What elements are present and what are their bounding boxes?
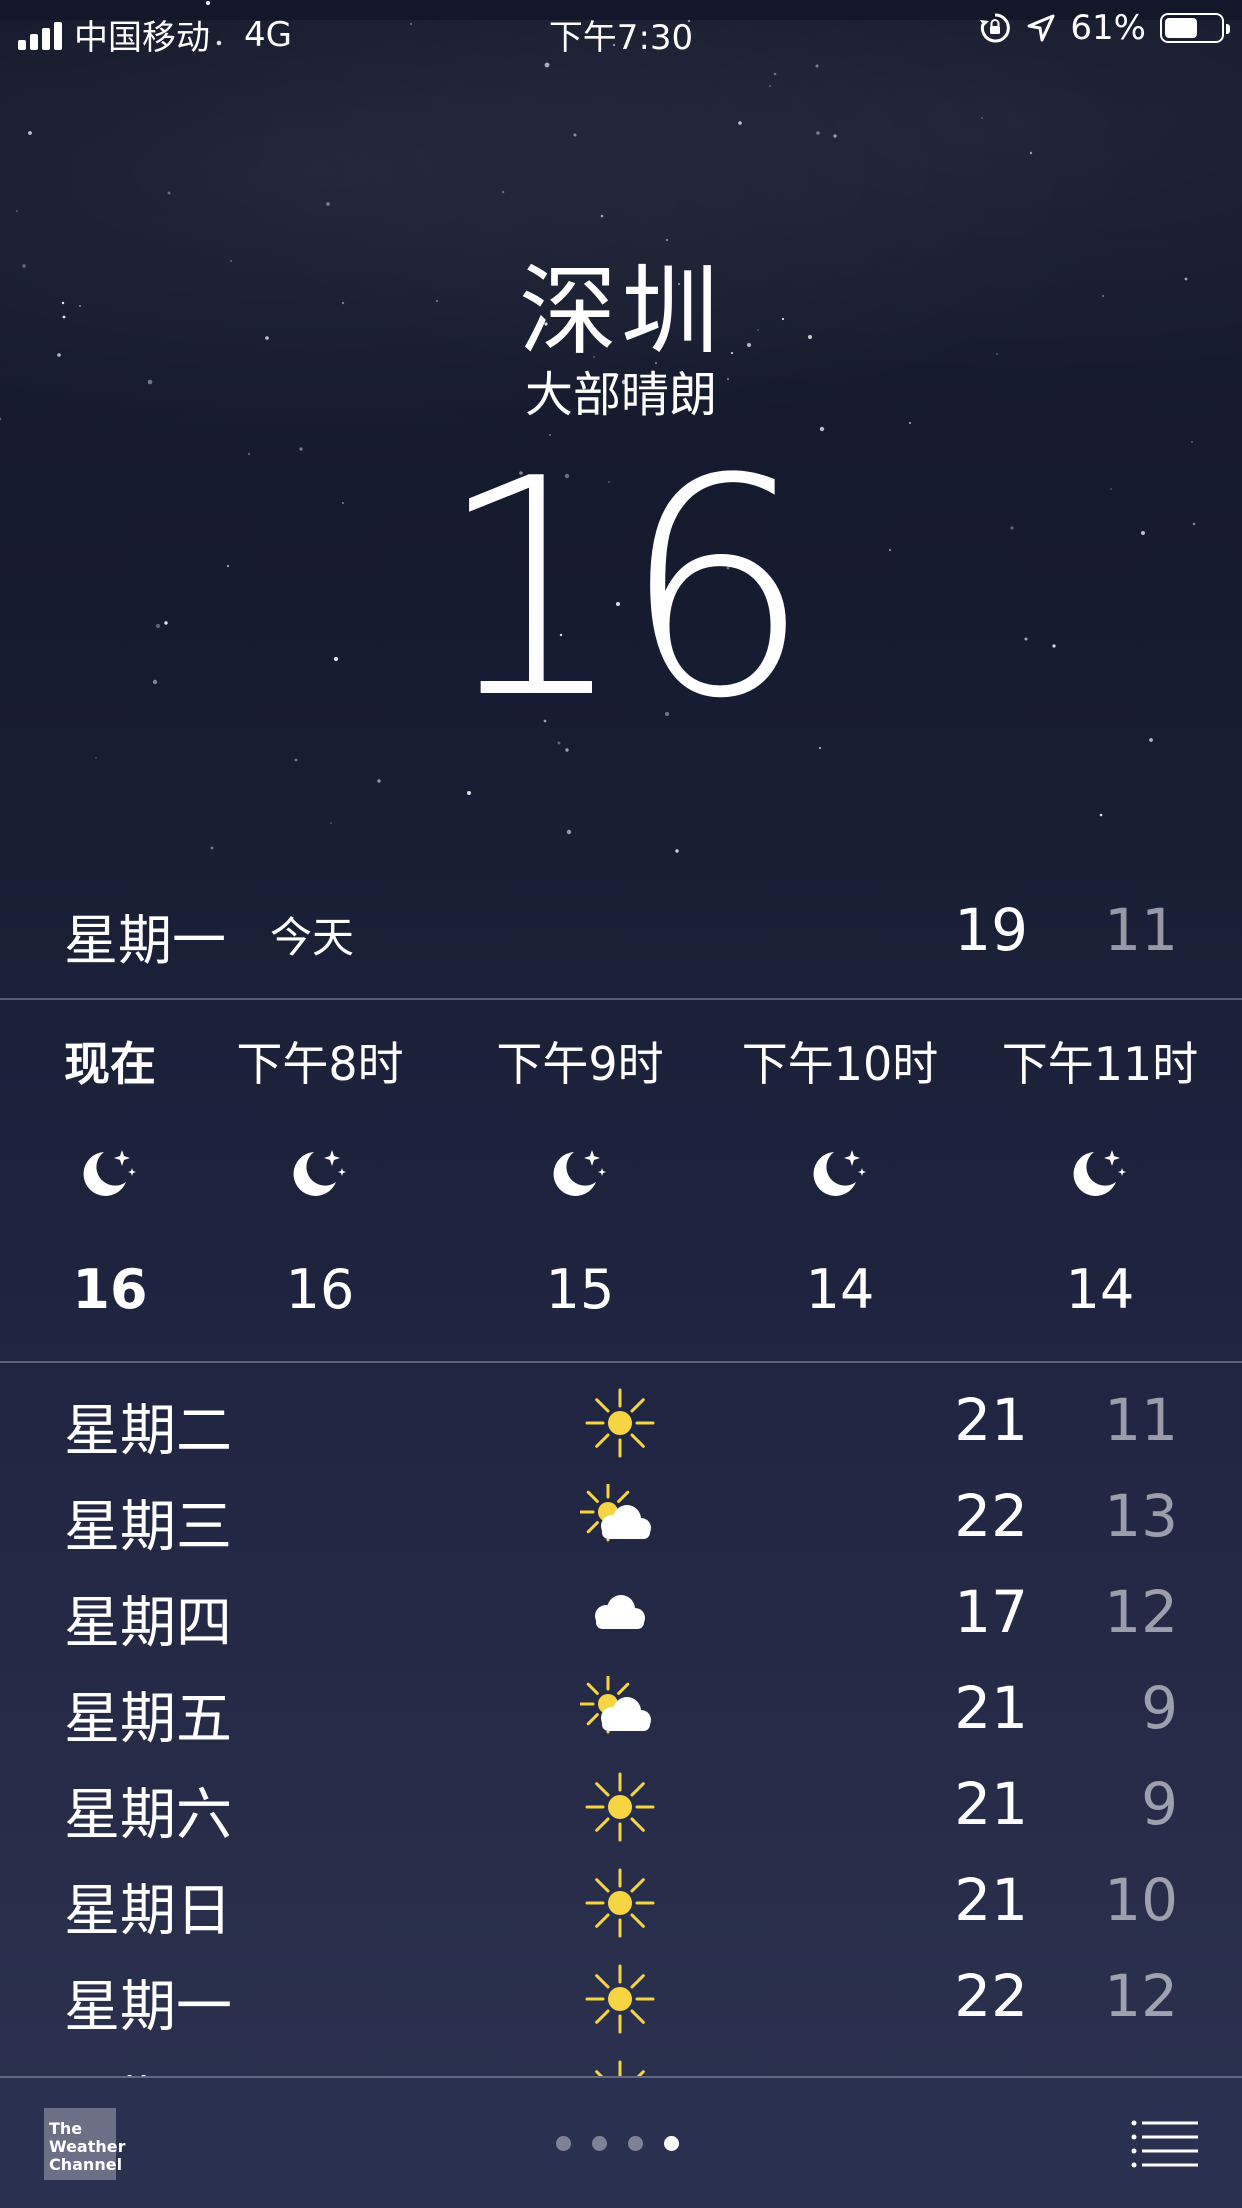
city-list-button[interactable] — [1130, 2118, 1198, 2168]
hour-temp: 16 — [285, 1258, 355, 1321]
sun-icon — [580, 2060, 660, 2076]
hourly-item: 现在 16 — [0, 1000, 220, 1362]
page-dot[interactable] — [592, 2136, 607, 2151]
page-indicator[interactable] — [556, 2136, 679, 2151]
day-high-temp: 17 — [954, 1578, 1028, 1646]
day-low-temp: 9 — [1141, 1674, 1178, 1742]
day-name: 星期一 — [64, 1975, 232, 2040]
daily-row: 星期日 21 10 — [0, 1856, 1242, 1952]
hour-temp: 14 — [1065, 1258, 1135, 1321]
daily-row: 星期二 21 11 — [0, 1376, 1242, 1472]
day-high-temp: 21 — [954, 1770, 1028, 1838]
status-right: 61% — [978, 8, 1230, 48]
moon-stars-icon — [74, 1138, 146, 1210]
logo-text-line: The — [49, 2119, 83, 2138]
hourly-item: 下午10时 14 — [730, 1000, 950, 1362]
day-high-temp: 21 — [954, 1674, 1028, 1742]
hourly-forecast[interactable]: 现在 16 下午8时 16 下午9时 15 下午10时 14 下午11时 14 — [0, 1000, 1242, 1362]
today-summary-row: 星期一 今天 19 11 — [0, 880, 1242, 998]
status-bar: 中国移动 4G 下午7:30 61% — [0, 0, 1242, 60]
today-day: 星期一 — [64, 909, 226, 972]
sun-icon — [580, 1772, 660, 1842]
day-high-temp: 22 — [954, 1962, 1028, 2030]
daily-row: 星期五 21 9 — [0, 1664, 1242, 1760]
daily-row: 星期四 17 12 — [0, 1568, 1242, 1664]
day-name: 星期四 — [64, 1591, 232, 1656]
daily-row: 星期三 22 13 — [0, 1472, 1242, 1568]
today-label: 今天 — [270, 913, 355, 962]
daily-row-partial: 星期二 — [0, 2048, 1242, 2076]
hourly-item: 下午8时 16 — [210, 1000, 430, 1362]
list-icon — [1131, 2120, 1198, 2168]
rotation-lock-icon — [980, 13, 1011, 43]
daily-row: 星期一 22 12 — [0, 1952, 1242, 2048]
day-name: 星期二 — [64, 2058, 232, 2076]
hour-temp: 14 — [805, 1258, 875, 1321]
hour-label: 现在 — [64, 1037, 156, 1091]
logo-text-line: Weather — [49, 2137, 126, 2156]
battery-icon — [1160, 13, 1230, 43]
hour-label: 下午11时 — [1001, 1037, 1199, 1091]
partly-cloudy-icon — [578, 1674, 660, 1746]
day-high-temp: 22 — [954, 1482, 1028, 1550]
hour-temp: 16 — [72, 1258, 148, 1321]
hourly-item: 下午11时 14 — [990, 1000, 1210, 1362]
day-low-temp: 13 — [1104, 1482, 1178, 1550]
moon-stars-icon — [544, 1138, 616, 1210]
weather-channel-logo-button[interactable]: The Weather Channel — [44, 2108, 126, 2180]
day-low-temp: 12 — [1104, 1962, 1178, 2030]
battery-percent: 61% — [1070, 8, 1146, 48]
today-low-temp: 11 — [1104, 896, 1178, 964]
bottom-toolbar: The Weather Channel — [0, 2076, 1242, 2208]
day-low-temp: 10 — [1104, 1866, 1178, 1934]
city-name: 深圳 — [518, 255, 723, 369]
hour-temp: 15 — [545, 1258, 615, 1321]
day-name: 星期五 — [64, 1687, 232, 1752]
sun-icon — [580, 1868, 660, 1938]
current-temperature: 16 — [436, 415, 812, 764]
hour-label: 下午9时 — [496, 1037, 664, 1091]
today-high-temp: 19 — [954, 896, 1028, 964]
day-low-temp: 12 — [1104, 1578, 1178, 1646]
moon-stars-icon — [1064, 1138, 1136, 1210]
day-low-temp: 9 — [1141, 1770, 1178, 1838]
page-dot[interactable] — [664, 2136, 679, 2151]
day-name: 星期二 — [64, 1399, 232, 1464]
daily-forecast-list[interactable]: 星期二 21 11 星期三 22 13 星期四 17 12 星期五 21 9 星… — [0, 1376, 1242, 2076]
day-name: 星期三 — [64, 1495, 232, 1560]
sun-icon — [580, 1388, 660, 1458]
hour-label: 下午10时 — [741, 1037, 939, 1091]
day-high-temp: 21 — [954, 1866, 1028, 1934]
sun-icon — [580, 1964, 660, 2034]
page-dot[interactable] — [628, 2136, 643, 2151]
day-name: 星期日 — [64, 1879, 232, 1944]
weather-screen: 中国移动 4G 下午7:30 61% 深圳 大部晴朗 16 星期一 今天 19 … — [0, 0, 1242, 2208]
hourly-item: 下午9时 15 — [470, 1000, 690, 1362]
divider-bottom — [0, 1361, 1242, 1363]
location-arrow-icon — [1027, 14, 1055, 42]
moon-stars-icon — [804, 1138, 876, 1210]
day-high-temp: 21 — [954, 1386, 1028, 1454]
cloud-icon — [580, 1580, 660, 1650]
daily-row: 星期六 21 9 — [0, 1760, 1242, 1856]
day-low-temp: 11 — [1104, 1386, 1178, 1454]
logo-text-line: Channel — [49, 2155, 123, 2174]
partly-cloudy-icon — [578, 1482, 660, 1554]
day-name: 星期六 — [64, 1783, 232, 1848]
page-dot[interactable] — [556, 2136, 571, 2151]
hour-label: 下午8时 — [236, 1037, 404, 1091]
moon-stars-icon — [284, 1138, 356, 1210]
battery-fill — [1165, 18, 1197, 38]
